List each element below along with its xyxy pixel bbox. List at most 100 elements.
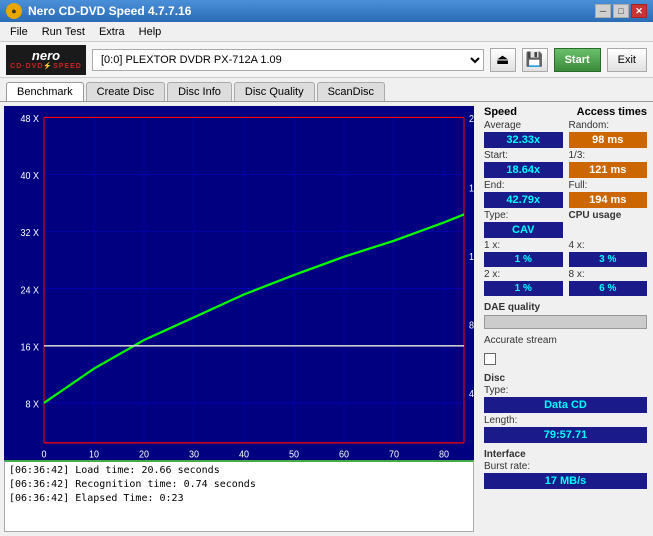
log-entry-1: [06:36:42] Load time: 20.66 seconds [9,464,469,478]
start-label: Start: [484,150,563,161]
log-content[interactable]: [06:36:42] Load time: 20.66 seconds [06:… [5,462,473,531]
burst-label: Burst rate: [484,461,647,472]
cpu-values-row2: 2 x: 1 % 8 x: 6 % [484,269,647,296]
svg-text:24 X: 24 X [21,285,40,297]
svg-text:16 X: 16 X [21,342,40,354]
interface-group: Interface Burst rate: 17 MB/s [484,449,647,489]
title-bar-left: ● Nero CD-DVD Speed 4.7.7.16 [6,3,191,19]
svg-text:10: 10 [89,449,99,460]
svg-text:60: 60 [339,449,349,460]
svg-text:40: 40 [239,449,249,460]
length-value: 79:57.71 [484,427,647,443]
cpu-8x-label: 8 x: [569,269,648,280]
app-title: Nero CD-DVD Speed 4.7.7.16 [28,4,191,18]
cpu-2x-label: 2 x: [484,269,563,280]
eject-icon-button[interactable]: ⏏ [490,48,516,72]
svg-text:12: 12 [469,252,474,264]
dae-bar-container [484,315,647,329]
chart-log-panel: 48 X 40 X 32 X 24 X 16 X 8 X 20 16 12 8 … [0,102,478,536]
onethird-value: 121 ms [569,162,648,178]
save-icon-button[interactable]: 💾 [522,48,548,72]
random-group: Random: 98 ms [569,120,648,148]
menu-file[interactable]: File [4,24,34,40]
svg-text:30: 30 [189,449,199,460]
cpu-group-header: CPU usage [569,210,648,238]
log-wrapper: [06:36:42] Load time: 20.66 seconds [06:… [4,460,474,532]
random-value: 98 ms [569,132,648,148]
tab-bar: Benchmark Create Disc Disc Info Disc Qua… [0,78,653,102]
burst-value: 17 MB/s [484,473,647,489]
average-value: 32.33x [484,132,563,148]
window-controls: ─ □ ✕ [595,4,647,18]
svg-text:8 X: 8 X [26,399,40,411]
cpu-1x-value: 1 % [484,252,563,267]
full-value: 194 ms [569,192,648,208]
drive-selector[interactable]: [0:0] PLEXTOR DVDR PX-712A 1.09 [92,49,484,71]
average-random-row: Average 32.33x Random: 98 ms [484,120,647,148]
disc-type-value: Data CD [484,397,647,413]
average-group: Average 32.33x [484,120,563,148]
svg-text:16: 16 [469,183,474,195]
app-icon: ● [6,3,22,19]
type-cpu-row: Type: CAV CPU usage [484,210,647,238]
chart-svg: 48 X 40 X 32 X 24 X 16 X 8 X 20 16 12 8 … [4,106,474,460]
cpu-8x-group: 8 x: 6 % [569,269,648,296]
chart-wrapper: 48 X 40 X 32 X 24 X 16 X 8 X 20 16 12 8 … [4,106,474,460]
menu-bar: File Run Test Extra Help [0,22,653,42]
menu-help[interactable]: Help [133,24,168,40]
svg-text:48 X: 48 X [21,113,40,125]
svg-text:40 X: 40 X [21,171,40,183]
access-label: Access times [577,106,647,118]
accurate-stream-label: Accurate stream [484,335,557,346]
log-entry-2: [06:36:42] Recognition time: 0.74 second… [9,478,469,492]
type-value: CAV [484,222,563,238]
app-window: ● Nero CD-DVD Speed 4.7.7.16 ─ □ ✕ File … [0,0,653,536]
tab-benchmark[interactable]: Benchmark [6,82,84,101]
svg-text:80: 80 [439,449,449,460]
start-button[interactable]: Start [554,48,601,72]
cpu-8x-value: 6 % [569,281,648,296]
end-group: End: 42.79x [484,180,563,208]
tab-disc-quality[interactable]: Disc Quality [234,82,315,101]
type-group: Type: CAV [484,210,563,238]
start-onethird-row: Start: 18.64x 1/3: 121 ms [484,150,647,178]
cpu-values-row: 1 x: 1 % 4 x: 3 % [484,240,647,267]
onethird-label: 1/3: [569,150,648,161]
svg-text:20: 20 [469,113,474,125]
title-bar: ● Nero CD-DVD Speed 4.7.7.16 ─ □ ✕ [0,0,653,22]
nero-logo-text: nero [32,49,60,62]
random-label: Random: [569,120,648,131]
exit-button[interactable]: Exit [607,48,647,72]
full-label: Full: [569,180,648,191]
nero-logo-tagline: CD·DVD⚡SPEED [10,62,82,70]
cpu-label: CPU usage [569,210,648,221]
onethird-group: 1/3: 121 ms [569,150,648,178]
svg-text:50: 50 [289,449,299,460]
speed-label: Speed [484,106,517,118]
disc-type-label: Type: [484,385,647,396]
accurate-stream-checkbox-row [484,353,647,365]
cpu-1x-label: 1 x: [484,240,563,251]
menu-run-test[interactable]: Run Test [36,24,91,40]
interface-label: Interface [484,449,647,460]
close-button[interactable]: ✕ [631,4,647,18]
cpu-1x-group: 1 x: 1 % [484,240,563,267]
end-value: 42.79x [484,192,563,208]
tab-create-disc[interactable]: Create Disc [86,82,165,101]
cpu-2x-group: 2 x: 1 % [484,269,563,296]
maximize-button[interactable]: □ [613,4,629,18]
minimize-button[interactable]: ─ [595,4,611,18]
svg-text:20: 20 [139,449,149,460]
nero-logo: nero CD·DVD⚡SPEED [6,45,86,75]
type-label: Type: [484,210,563,221]
tab-disc-info[interactable]: Disc Info [167,82,232,101]
svg-text:4: 4 [469,389,474,401]
toolbar: nero CD·DVD⚡SPEED [0:0] PLEXTOR DVDR PX-… [0,42,653,78]
accurate-stream-checkbox[interactable] [484,353,496,365]
tab-scan-disc[interactable]: ScanDisc [317,82,385,101]
length-label: Length: [484,415,647,426]
interface-row: Interface Burst rate: 17 MB/s [484,449,647,489]
log-entry-3: [06:36:42] Elapsed Time: 0:23 [9,492,469,506]
menu-extra[interactable]: Extra [93,24,131,40]
disc-section: Disc Type: Data CD Length: 79:57.71 [484,373,647,443]
